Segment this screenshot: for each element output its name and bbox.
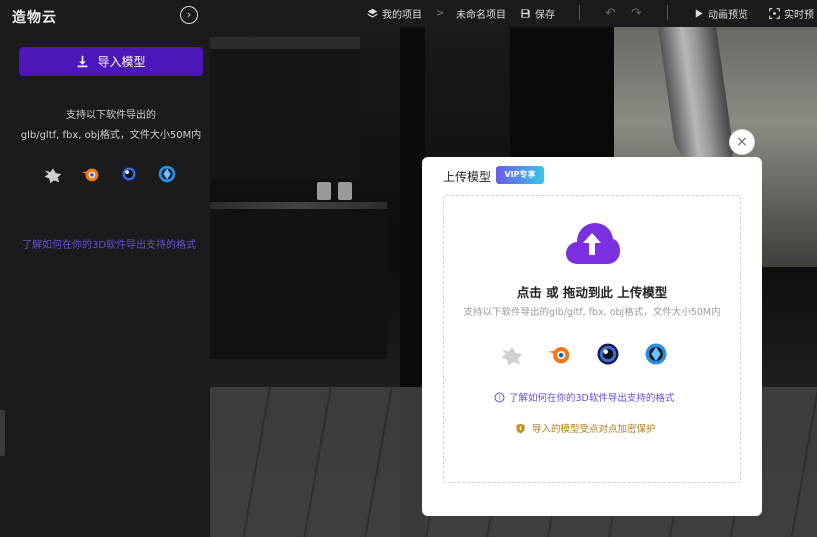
realtime-preview-button[interactable]: 实时预	[769, 0, 814, 27]
play-icon	[695, 9, 703, 18]
cinema4d-icon	[594, 340, 622, 368]
animation-preview-label: 动画预览	[708, 10, 748, 21]
export-help-link[interactable]: ? 了解如何在你的3D软件导出支持的格式	[494, 390, 674, 404]
upload-dropzone[interactable]: 点击 或 拖动到此 上传模型 支持以下软件导出的glb/gltf, fbx, o…	[443, 195, 741, 483]
shield-icon	[516, 423, 525, 433]
brand-logo: 造物云	[12, 10, 57, 26]
dialog-title: 上传模型	[443, 170, 492, 184]
import-model-label: 导入模型	[97, 55, 146, 69]
3dsmax-icon	[42, 163, 64, 185]
upload-model-dialog: 上传模型 VIP专享 点击 或 拖动到此 上传模型 支持以下软件导出的glb/g…	[422, 157, 762, 516]
download-icon	[78, 55, 88, 68]
help-icon: ?	[494, 392, 505, 402]
encryption-note-label: 导入的模型受点对点加密保护	[532, 424, 656, 435]
divider	[667, 5, 668, 20]
project-name[interactable]: 未命名项目	[456, 0, 506, 27]
export-help-label: 了解如何在你的3D软件导出支持的格式	[509, 393, 675, 404]
3dsmax-icon	[498, 340, 526, 368]
scene-shelf	[210, 37, 360, 49]
realtime-preview-label: 实时预	[784, 10, 814, 21]
save-button[interactable]: 保存	[520, 0, 555, 27]
collapse-sidebar-button[interactable]: ›	[180, 6, 198, 24]
undo-icon[interactable]: ↶	[605, 0, 616, 27]
save-label: 保存	[535, 10, 555, 21]
close-modal-button[interactable]: ×	[730, 130, 754, 154]
encryption-note: 导入的模型受点对点加密保护	[515, 421, 656, 435]
vip-badge: VIP专享	[496, 166, 544, 184]
upload-cloud-icon	[566, 223, 620, 264]
layers-icon	[367, 8, 378, 18]
scene-cup	[338, 182, 352, 200]
software-icons	[42, 163, 178, 185]
cinema4d-icon	[118, 163, 140, 185]
my-projects-link[interactable]: 我的项目	[367, 0, 422, 27]
scene-counter	[210, 209, 387, 359]
sidebar: 造物云 › 导入模型 支持以下软件导出的 glb/gltf, fbx, obj格…	[0, 0, 210, 537]
breadcrumb-separator: >	[436, 8, 445, 19]
svg-text:?: ?	[498, 394, 501, 401]
import-model-button[interactable]: 导入模型	[19, 47, 203, 76]
keyshot-icon	[156, 163, 178, 185]
redo-icon[interactable]: ↷	[631, 0, 642, 27]
focus-icon	[769, 8, 780, 19]
panel-resize-handle[interactable]	[0, 410, 5, 456]
dropzone-instruction: 点击 或 拖动到此 上传模型	[516, 285, 668, 300]
top-bar: 我的项目 > 未命名项目 保存 ↶ ↷ 动画预览 实时预	[210, 0, 817, 27]
animation-preview-button[interactable]: 动画预览	[693, 0, 748, 27]
format-desc-line2: glb/gltf, fbx, obj格式，文件大小50M内	[20, 130, 202, 141]
dropzone-format-note: 支持以下软件导出的glb/gltf, fbx, obj格式，文件大小50M内	[463, 307, 721, 318]
keyshot-icon	[642, 340, 670, 368]
export-help-link[interactable]: 了解如何在你的3D软件导出支持的格式	[22, 236, 196, 251]
format-desc-line1: 支持以下软件导出的	[66, 110, 156, 121]
blender-icon	[546, 340, 574, 368]
blender-icon	[80, 163, 102, 185]
scene-cup	[317, 182, 331, 200]
scene-cabinet	[210, 49, 360, 179]
software-icons	[498, 340, 670, 368]
my-projects-label: 我的项目	[382, 10, 422, 21]
save-icon	[521, 9, 530, 18]
divider	[579, 5, 580, 20]
